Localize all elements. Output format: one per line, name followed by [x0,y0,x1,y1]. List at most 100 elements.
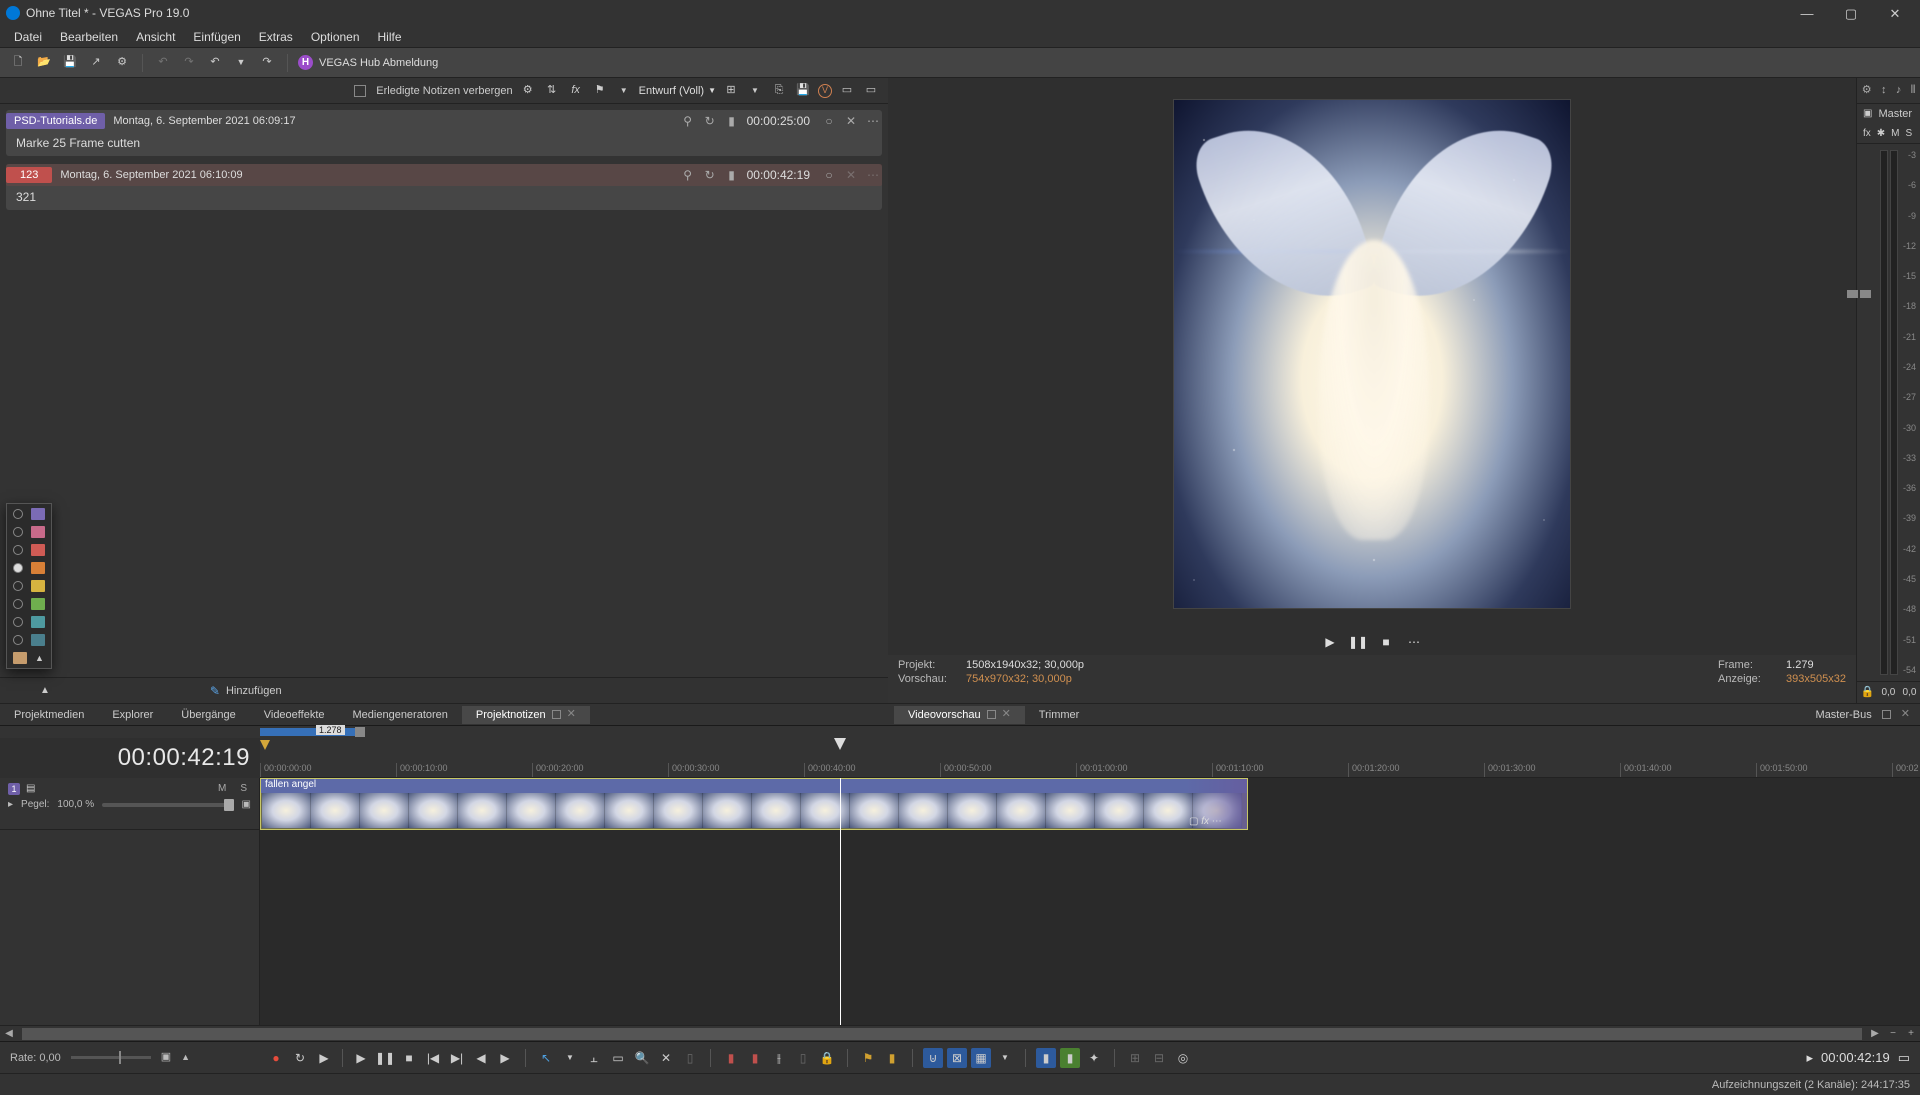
notes-flag-icon[interactable]: ⚑ [591,82,609,100]
marker-split-icon[interactable]: ⫲ [769,1048,789,1068]
tab-explorer[interactable]: Explorer [98,706,167,724]
render-icon[interactable]: ↗ [86,53,106,73]
color-option[interactable]: ▲ [13,652,45,664]
menu-extras[interactable]: Extras [251,27,301,47]
preview-quality-dropdown[interactable]: Entwurf (Voll)▼ [639,85,716,97]
stop-button[interactable]: ■ [399,1048,419,1068]
note-link-icon[interactable]: ⚲ [679,112,697,130]
preview-v-icon[interactable]: V [818,84,832,98]
note-link-icon[interactable]: ⚲ [679,166,697,184]
note-jump-icon[interactable]: ↻ [701,166,719,184]
redo-icon[interactable]: ↷ [257,53,277,73]
undo-icon[interactable]: ↶ [205,53,225,73]
note-done-icon[interactable]: ○ [820,112,838,130]
save-snapshot-icon[interactable]: 💾 [794,82,812,100]
prev-frame-button[interactable]: ◀ [471,1048,491,1068]
timeline-timecode[interactable]: 00:00:42:19 [0,738,260,778]
marker-red2-icon[interactable]: ▮ [745,1048,765,1068]
event-pan-icon[interactable]: ◎ [1173,1048,1193,1068]
color-option[interactable] [13,544,45,556]
normal-edit-tool[interactable]: ↖ [536,1048,556,1068]
note-marker-icon[interactable]: ▮ [723,166,741,184]
note-more-icon[interactable]: ⋯ [864,166,882,184]
video-clip[interactable]: fallen angel ▢ fx ⋯ [260,778,1248,830]
track-automation-icon[interactable]: ▣ [242,800,251,810]
timeline-ruler[interactable]: 00:00:00:0000:00:10:0000:00:20:0000:00:3… [260,738,1920,778]
zoom-tool-icon[interactable]: 🔍 [632,1048,652,1068]
menu-ansicht[interactable]: Ansicht [128,27,183,47]
save-project-icon[interactable]: 💾 [60,53,80,73]
selection-snap-icon[interactable]: ▭ [608,1048,628,1068]
tab-detach-icon[interactable] [987,710,996,719]
tab-videovorschau[interactable]: Videovorschau ✕ [894,706,1025,724]
add-note-label[interactable]: Hinzufügen [226,685,282,697]
note-done-icon[interactable]: ○ [820,166,838,184]
tab-projektnotizen[interactable]: Projektnotizen ✕ [462,706,590,724]
play-from-start-button[interactable]: ▶ [314,1048,334,1068]
bottom-timecode[interactable]: 00:00:42:19 [1821,1050,1890,1065]
tab-close-icon[interactable]: ✕ [1901,709,1910,720]
lock-tool-icon[interactable]: 🔒 [817,1048,837,1068]
go-end-button[interactable]: ▶| [447,1048,467,1068]
color-option[interactable] [13,562,45,574]
tab-videoeffekte[interactable]: Videoeffekte [250,706,339,724]
track-body[interactable]: fallen angel ▢ fx ⋯ [260,778,1920,1025]
pause-button[interactable]: ❚❚ [1349,633,1367,651]
notes-fx-icon[interactable]: fx [567,82,585,100]
color-option[interactable] [13,598,45,610]
chevron-up-icon[interactable]: ▲ [40,686,50,696]
menu-datei[interactable]: Datei [6,27,50,47]
color-option[interactable] [13,526,45,538]
color-option[interactable] [13,616,45,628]
notes-flag-dropdown-icon[interactable]: ▼ [615,82,633,100]
minimap-handle[interactable] [355,727,365,737]
snap-enabled-icon[interactable]: ▮ [1036,1048,1056,1068]
clock-icon[interactable]: ▸ [1806,1051,1813,1064]
pause-button[interactable]: ❚❚ [375,1048,395,1068]
next-frame-button[interactable]: ▶ [495,1048,515,1068]
marker-red-icon[interactable]: ▮ [721,1048,741,1068]
add-note-icon[interactable]: ✎ [210,685,220,697]
scroll-right-icon[interactable]: ▶ [1866,1027,1884,1041]
menu-einfuegen[interactable]: Einfügen [185,27,248,47]
rate-reset-icon[interactable]: ▣ [161,1052,171,1063]
note-item[interactable]: PSD-Tutorials.de Montag, 6. September 20… [6,110,882,156]
rate-dropdown-icon[interactable]: ▲ [181,1053,190,1062]
hscroll-thumb[interactable] [22,1028,1862,1040]
master-bus-label[interactable]: Master-Bus [1816,709,1872,721]
new-project-icon[interactable]: 🗋 [8,53,28,73]
tab-close-icon[interactable]: ✕ [1002,709,1011,720]
tool-dropdown-icon[interactable]: ▼ [560,1048,580,1068]
open-project-icon[interactable]: 📂 [34,53,54,73]
preview-more-icon[interactable]: ⋯ [1405,633,1423,651]
scroll-left-icon[interactable]: ◀ [0,1027,18,1041]
grid-icon[interactable]: ⊞ [722,82,740,100]
play-button[interactable]: ▶ [1321,633,1339,651]
track-solo[interactable]: S [236,782,251,795]
hub-badge-icon[interactable]: H [298,55,313,70]
master-insert-icon[interactable]: ↕ [1881,85,1887,96]
quantize-dropdown-icon[interactable]: ▼ [995,1048,1015,1068]
record-button[interactable]: ● [266,1048,286,1068]
external-preview-icon[interactable]: ⎘ [770,82,788,100]
clip-fx-label[interactable]: fx [1201,816,1209,827]
playhead-line[interactable] [840,778,841,1025]
clip-more-icon[interactable]: ⋯ [1212,816,1222,827]
stop-button[interactable]: ■ [1377,633,1395,651]
timeline-minimap[interactable]: 1.278 [0,726,1920,738]
hide-done-checkbox[interactable] [354,85,366,97]
auto-crossfade-icon[interactable]: ⊠ [947,1048,967,1068]
crop-icon[interactable]: ▢ [1189,816,1198,827]
menu-optionen[interactable]: Optionen [303,27,368,47]
tab-trimmer[interactable]: Trimmer [1025,706,1094,724]
maximize-button[interactable]: ▢ [1832,2,1870,24]
go-start-button[interactable]: |◀ [423,1048,443,1068]
color-option[interactable] [13,580,45,592]
master-settings-icon[interactable]: ⚙ [1862,85,1872,96]
master-fx-icon[interactable]: fx [1863,129,1871,139]
minimize-button[interactable]: — [1788,2,1826,24]
flag-yellow-icon[interactable]: ⚑ [858,1048,878,1068]
lock-icon[interactable]: 🔒 [1861,687,1875,698]
timecode-box-icon[interactable]: ▭ [1898,1051,1910,1064]
note-item[interactable]: 123 Montag, 6. September 2021 06:10:09 ⚲… [6,164,882,210]
